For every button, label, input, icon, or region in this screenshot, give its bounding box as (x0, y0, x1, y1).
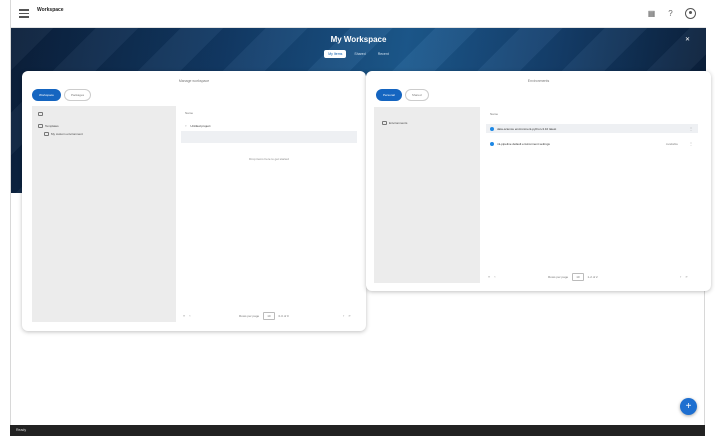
next-page-icon[interactable]: › (343, 313, 344, 318)
last-page-icon[interactable]: » (685, 274, 687, 279)
view-toggle: Workspace Packages (32, 89, 92, 101)
status-dot-icon (490, 141, 494, 146)
close-icon[interactable]: ✕ (685, 36, 690, 43)
item-list: Name ▫ Untitled project Drop items here … (179, 106, 359, 322)
list-item[interactable]: data-science environment-python-3.10 lat… (486, 124, 698, 133)
first-page-icon[interactable]: « (488, 274, 490, 279)
pager-next-group: › » (680, 274, 688, 279)
file-icon: ▫ (185, 123, 187, 128)
rows-per-page-label: Rows per page (548, 275, 569, 279)
rows-per-page-select[interactable]: 10 (572, 273, 584, 281)
status-bar: Ready (10, 425, 705, 436)
list-item[interactable]: ▫ Untitled project (181, 121, 357, 130)
status-text: Available (665, 141, 678, 146)
top-bar: Workspace ▦ ? (11, 0, 706, 28)
tree-item-label: Templates (45, 124, 59, 128)
environment-list: Name data-science environment-python-3.1… (484, 107, 704, 283)
prev-page-icon[interactable]: ‹ (189, 313, 190, 318)
tree-item-label: My custom environment (51, 132, 83, 136)
more-options-icon[interactable]: ⋮ (689, 141, 693, 146)
pager: Rows per page 10 0-0 of 0 (239, 312, 289, 320)
grid-icon[interactable]: ▦ (647, 9, 656, 18)
rows-per-page-select[interactable]: 10 (263, 312, 275, 320)
column-header-name: Name (490, 112, 499, 116)
column-header-name: Name (185, 111, 194, 115)
app-title: Workspace (37, 7, 64, 13)
tree-item-label: Environments (389, 121, 408, 125)
tree-item-root[interactable] (38, 112, 45, 116)
page-range: 0-0 of 0 (278, 314, 289, 318)
workspace-tabs: My Items Shared Recent (11, 50, 706, 58)
menu-icon[interactable] (19, 9, 29, 18)
page-range: 1-2 of 2 (587, 275, 598, 279)
status-dot-icon (490, 126, 494, 131)
first-page-icon[interactable]: « (183, 313, 185, 318)
last-page-icon[interactable]: » (348, 313, 350, 318)
rows-per-page-label: Rows per page (239, 314, 260, 318)
tab-my-items[interactable]: My Items (324, 50, 347, 58)
tree-item-custom-environment[interactable]: My custom environment (44, 132, 83, 136)
top-icons: ▦ ? (647, 8, 696, 19)
help-icon[interactable]: ? (666, 9, 675, 18)
app-window: Workspace ▦ ? My Workspace My Items Shar… (10, 0, 711, 436)
panel-title: Manage workspace (178, 79, 210, 83)
toggle-packages[interactable]: Packages (63, 89, 92, 101)
pager-prev-group: « ‹ (183, 313, 191, 318)
manage-workspace-panel: Manage workspace Workspace Packages Temp… (22, 71, 366, 331)
page-title: My Workspace (330, 35, 387, 44)
list-item-empty[interactable] (181, 131, 357, 143)
pager-prev-group: « ‹ (488, 274, 496, 279)
list-item-label: ml-pipeline default environment settings (497, 141, 550, 146)
folder-icon (382, 121, 387, 125)
list-item-label: Untitled project (190, 123, 211, 128)
tab-recent[interactable]: Recent (374, 50, 393, 58)
toggle-personal[interactable]: Personal (376, 89, 402, 101)
tree-item-templates[interactable]: Templates (38, 124, 59, 128)
more-options-icon[interactable]: ⋮ (689, 126, 693, 131)
pager-next-group: › » (343, 313, 351, 318)
panel-title: Environments (527, 79, 550, 83)
next-page-icon[interactable]: › (680, 274, 681, 279)
empty-message: Drop items here to get started (249, 157, 289, 161)
toggle-shared[interactable]: Shared (404, 89, 429, 101)
environments-panel: Environments Personal Shared Environment… (366, 71, 711, 291)
folder-icon (38, 124, 43, 128)
list-item[interactable]: ml-pipeline default environment settings… (486, 139, 698, 148)
tree-item-environments[interactable]: Environments (382, 121, 407, 125)
list-item-label: data-science environment-python-3.10 lat… (497, 126, 557, 131)
tree-pane: Templates My custom environment (32, 106, 176, 322)
prev-page-icon[interactable]: ‹ (494, 274, 495, 279)
folder-icon (38, 112, 43, 116)
toggle-workspace[interactable]: Workspace (32, 89, 61, 101)
pager: Rows per page 10 1-2 of 2 (548, 273, 598, 281)
view-toggle: Personal Shared (376, 89, 429, 101)
profile-icon[interactable] (685, 8, 696, 19)
file-icon (44, 132, 49, 136)
add-button[interactable]: + (680, 398, 697, 415)
tab-shared[interactable]: Shared (350, 50, 369, 58)
tree-pane: Environments (374, 107, 480, 283)
